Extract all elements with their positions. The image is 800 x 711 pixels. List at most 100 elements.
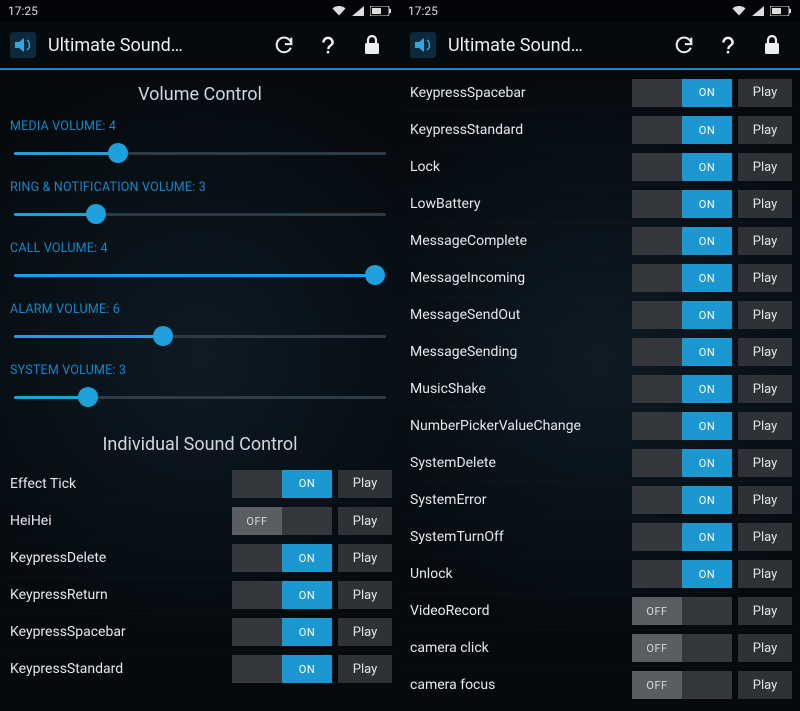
sound-name: LowBattery [410, 196, 626, 212]
sound-name: Effect Tick [10, 476, 226, 492]
volume-slider[interactable] [14, 327, 386, 347]
play-button[interactable]: Play [738, 560, 792, 588]
status-bar: 17:25 [400, 0, 800, 22]
play-button[interactable]: Play [338, 470, 392, 498]
right-screenshot: 17:25 Ultimate Sound… [400, 0, 800, 711]
sound-name: camera click [410, 640, 626, 656]
sound-toggle[interactable]: OFF [232, 507, 332, 535]
signal-icon [752, 6, 764, 16]
sound-row: HeiHeiOFFPlay [2, 502, 398, 539]
refresh-button[interactable] [666, 27, 702, 63]
volume-slider[interactable] [14, 205, 386, 225]
sound-row: camera focus OFFPlay [402, 666, 798, 703]
left-screenshot: 17:25 Ultimate Sound… [0, 0, 400, 711]
wifi-icon [332, 6, 346, 16]
sound-row: KeypressReturnONPlay [2, 576, 398, 613]
sound-name: MusicShake [410, 381, 626, 397]
play-button[interactable]: Play [738, 671, 792, 699]
play-button[interactable]: Play [738, 449, 792, 477]
sound-toggle[interactable]: ON [632, 375, 732, 403]
volume-slider[interactable] [14, 144, 386, 164]
play-button[interactable]: Play [338, 655, 392, 683]
volume-block: ALARM VOLUME: 6 [2, 298, 398, 359]
play-button[interactable]: Play [738, 227, 792, 255]
play-button[interactable]: Play [738, 375, 792, 403]
play-button[interactable]: Play [738, 597, 792, 625]
sound-toggle[interactable]: ON [632, 264, 732, 292]
sound-row: VideoRecordOFFPlay [402, 592, 798, 629]
play-button[interactable]: Play [738, 338, 792, 366]
volume-block: RING & NOTIFICATION VOLUME: 3 [2, 176, 398, 237]
sound-toggle[interactable]: ON [632, 153, 732, 181]
sound-toggle[interactable]: ON [632, 227, 732, 255]
sound-toggle[interactable]: OFF [632, 671, 732, 699]
sound-row: MessageSendingONPlay [402, 333, 798, 370]
sound-name: KeypressDelete [10, 550, 226, 566]
play-button[interactable]: Play [738, 634, 792, 662]
help-button[interactable] [310, 27, 346, 63]
volume-label: SYSTEM VOLUME: 3 [4, 359, 396, 388]
section-volume-title: Volume Control [2, 70, 398, 115]
volume-label: CALL VOLUME: 4 [4, 237, 396, 266]
app-title: Ultimate Sound… [48, 35, 183, 56]
sound-toggle[interactable]: ON [232, 470, 332, 498]
play-button[interactable]: Play [338, 507, 392, 535]
sound-toggle[interactable]: OFF [632, 634, 732, 662]
wifi-icon [732, 6, 746, 16]
status-icons [332, 6, 392, 16]
play-button[interactable]: Play [738, 523, 792, 551]
sound-row: NumberPickerValueChangeONPlay [402, 407, 798, 444]
status-time: 17:25 [408, 4, 438, 18]
sound-toggle[interactable]: ON [232, 581, 332, 609]
sound-toggle[interactable]: ON [632, 449, 732, 477]
play-button[interactable]: Play [738, 79, 792, 107]
right-content[interactable]: KeypressSpacebarONPlayKeypressStandardON… [400, 70, 800, 711]
sound-toggle[interactable]: ON [632, 412, 732, 440]
sound-row: MessageComplete ONPlay [402, 222, 798, 259]
sound-row: MessageSendOut ONPlay [402, 296, 798, 333]
sound-toggle[interactable]: ON [232, 618, 332, 646]
volume-slider[interactable] [14, 266, 386, 286]
play-button[interactable]: Play [738, 153, 792, 181]
sound-toggle[interactable]: OFF [632, 597, 732, 625]
play-button[interactable]: Play [338, 581, 392, 609]
play-button[interactable]: Play [738, 264, 792, 292]
play-button[interactable]: Play [338, 544, 392, 572]
lock-button[interactable] [354, 27, 390, 63]
sound-row: SystemDeleteONPlay [402, 444, 798, 481]
lock-button[interactable] [754, 27, 790, 63]
sound-toggle[interactable]: ON [632, 116, 732, 144]
app-speaker-icon [410, 32, 436, 58]
play-button[interactable]: Play [738, 116, 792, 144]
sound-name: Unlock [410, 566, 626, 582]
volume-slider[interactable] [14, 388, 386, 408]
sound-name: MessageSendOut [410, 307, 626, 323]
left-content[interactable]: Volume Control MEDIA VOLUME: 4RING & NOT… [0, 70, 400, 711]
play-button[interactable]: Play [738, 301, 792, 329]
volume-label: RING & NOTIFICATION VOLUME: 3 [4, 176, 396, 205]
play-button[interactable]: Play [738, 190, 792, 218]
sound-toggle[interactable]: ON [232, 544, 332, 572]
play-button[interactable]: Play [338, 618, 392, 646]
action-bar: Ultimate Sound… [400, 22, 800, 70]
volume-block: SYSTEM VOLUME: 3 [2, 359, 398, 420]
sound-toggle[interactable]: ON [632, 338, 732, 366]
sound-row: Effect Tick ONPlay [2, 465, 398, 502]
sound-toggle[interactable]: ON [632, 190, 732, 218]
sound-toggle[interactable]: ON [632, 486, 732, 514]
sound-name: camera focus [410, 677, 626, 693]
sound-toggle[interactable]: ON [232, 655, 332, 683]
sound-name: KeypressSpacebar [410, 85, 626, 101]
sound-row: SystemTurnOffONPlay [402, 518, 798, 555]
sound-toggle[interactable]: ON [632, 79, 732, 107]
sound-name: KeypressStandard [10, 661, 226, 677]
play-button[interactable]: Play [738, 486, 792, 514]
play-button[interactable]: Play [738, 412, 792, 440]
status-icons [732, 6, 792, 16]
help-button[interactable] [710, 27, 746, 63]
sound-toggle[interactable]: ON [632, 523, 732, 551]
refresh-button[interactable] [266, 27, 302, 63]
sound-toggle[interactable]: ON [632, 560, 732, 588]
sound-name: MessageComplete [410, 233, 626, 249]
sound-toggle[interactable]: ON [632, 301, 732, 329]
